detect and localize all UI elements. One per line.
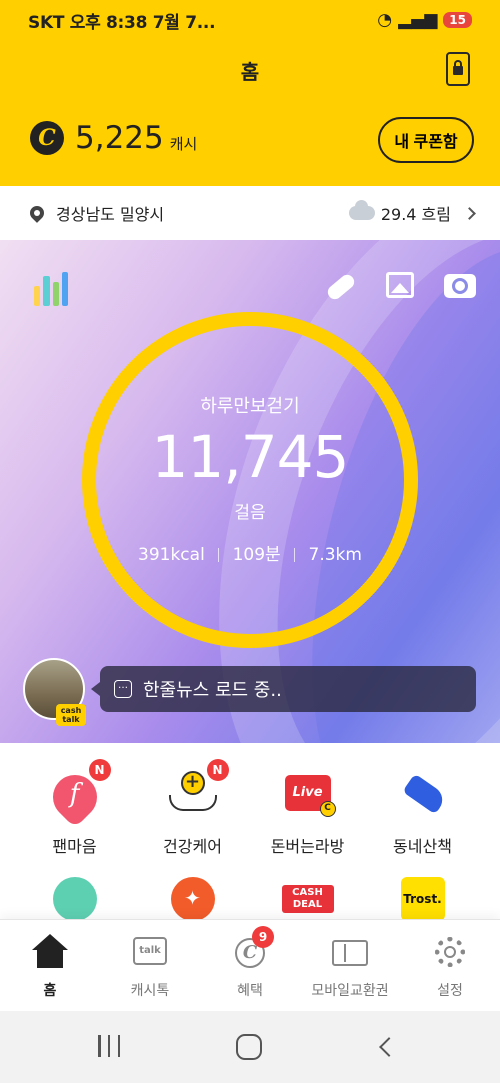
news-text: 한줄뉴스 로드 중.. [143, 680, 282, 701]
signal-icon: ▂▄▆ [398, 10, 438, 30]
menu-item-neighborhood-walk[interactable]: 동네산책 [360, 765, 485, 857]
sneaker-icon [401, 773, 448, 815]
gallery-icon[interactable] [386, 272, 414, 298]
cashtalk-tag: cash talk [56, 704, 86, 726]
nav-settings[interactable]: 설정 [400, 932, 500, 1000]
menu-item-health-care[interactable]: + N 건강케어 [130, 759, 255, 857]
new-badge: N [206, 759, 229, 781]
cloud-icon [348, 200, 375, 220]
location-bar[interactable]: 경상남도 밀양시 29.4 흐림 [0, 186, 500, 240]
menu-item-trost[interactable]: Trost. [360, 877, 485, 921]
menu-item-mascot[interactable] [12, 877, 137, 921]
step-count: 11,745 [151, 423, 350, 491]
ellipsis-icon: … [114, 680, 132, 698]
nav-label: 캐시톡 [130, 983, 170, 999]
page-title: 홈 [240, 60, 260, 84]
home-icon [30, 932, 70, 972]
divider [294, 548, 296, 562]
pedometer-panel: 하루만보걷기 11,745 걸음 391kcal 109분 7.3km cash… [0, 240, 500, 743]
battery-icon: 15 [443, 12, 472, 28]
nav-label: 설정 [437, 983, 463, 999]
camera-icon[interactable] [444, 274, 476, 298]
chevron-right-icon [463, 206, 476, 220]
menu-item-label: 건강케어 [163, 837, 222, 856]
divider [218, 548, 220, 562]
wifi-icon: ◔ [377, 10, 393, 30]
cash-unit: 캐시 [169, 134, 198, 153]
back-icon[interactable] [379, 1037, 399, 1057]
cash-coin-icon: C [30, 121, 64, 155]
menu-item-orange-app[interactable] [130, 877, 255, 921]
system-navigation-bar [0, 1011, 500, 1083]
app-header: 홈 C 5,225 캐시 내 쿠폰함 [0, 40, 500, 186]
nav-home[interactable]: 홈 [0, 932, 100, 1000]
bottom-navigation: 홈 talk 캐시톡 C 9 혜택 모바일교환권 설정 [0, 919, 500, 1011]
cash-amount: 5,225 [75, 120, 164, 156]
menu-item-label: 돈버는라방 [270, 837, 345, 856]
menu-item-label: 팬마음 [52, 837, 97, 856]
menu-item-fan-heart[interactable]: f N 팬마음 [12, 759, 137, 857]
cash-deal-icon: CASH DEAL [281, 885, 334, 913]
lock-screen-icon[interactable] [446, 52, 470, 86]
menu-item-label: 동네산책 [393, 837, 452, 856]
cash-balance[interactable]: C 5,225 캐시 [30, 120, 197, 156]
distance-value: 7.3km [308, 545, 362, 565]
walk-metrics: 391kcal 109분 7.3km [0, 540, 500, 565]
mascot-icon [52, 877, 97, 921]
orange-app-icon [170, 877, 215, 921]
location-text: 경상남도 밀양시 [56, 205, 165, 224]
nav-benefits[interactable]: C 9 혜택 [200, 926, 300, 1000]
talk-icon: talk [133, 937, 167, 965]
status-bar: SKT 오후 8:38 7월 7... ◔ ▂▄▆ 15 [0, 0, 500, 40]
nav-mobile-voucher[interactable]: 모바일교환권 [300, 932, 400, 1000]
feature-menu: f N 팬마음 + N 건강케어 Live C 돈버는라방 동네산책 CASH … [0, 743, 500, 921]
health-care-icon: + N [165, 759, 229, 821]
voucher-icon [332, 940, 368, 966]
minutes-value: 109분 [232, 545, 281, 565]
status-carrier-time: SKT 오후 8:38 7월 7... [28, 12, 216, 33]
nav-cashtalk[interactable]: talk 캐시톡 [100, 932, 200, 1000]
new-badge: N [88, 759, 111, 781]
pill-icon[interactable] [325, 271, 357, 303]
coupon-box-button[interactable]: 내 쿠폰함 [378, 117, 474, 163]
news-ticker[interactable]: … 한줄뉴스 로드 중.. [91, 666, 476, 712]
gear-icon [435, 937, 465, 967]
nav-label: 홈 [43, 983, 57, 999]
menu-item-cash-deal[interactable]: CASH DEAL [245, 877, 370, 921]
stats-chart-icon[interactable] [34, 268, 68, 306]
walk-label: 하루만보걷기 [200, 396, 300, 417]
weather-text: 29.4 흐림 [380, 205, 451, 224]
system-home-icon[interactable] [236, 1034, 262, 1060]
nav-label: 모바일교환권 [311, 983, 389, 999]
step-unit: 걸음 [234, 503, 266, 523]
recent-apps-icon[interactable] [98, 1035, 120, 1057]
trost-icon: Trost. [400, 877, 445, 921]
menu-item-live-broadcast[interactable]: Live C 돈버는라방 [245, 765, 370, 857]
nav-label: 혜택 [237, 983, 263, 999]
location-pin-icon [27, 203, 47, 223]
notification-badge: 9 [252, 926, 274, 948]
live-tv-icon: Live C [280, 765, 336, 821]
calories-value: 391kcal [138, 545, 205, 565]
